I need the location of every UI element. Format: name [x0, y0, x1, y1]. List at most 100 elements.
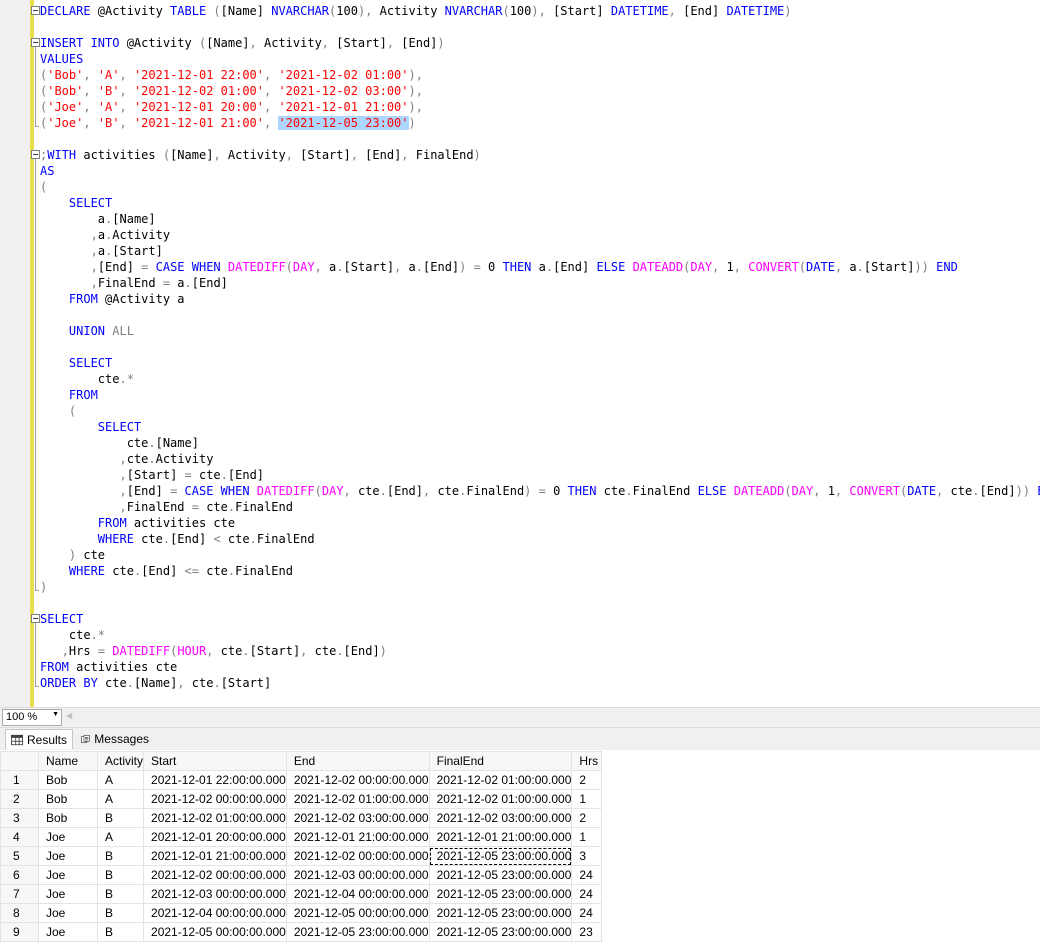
table-row[interactable]: 3 Bob B 2021-12-02 01:00:00.000 2021-12-02 0…: [0, 808, 603, 828]
table-cell[interactable]: Joe: [38, 884, 98, 904]
table-cell[interactable]: 2021-12-02 01:00:00.000: [428, 789, 573, 809]
table-cell[interactable]: 23: [571, 922, 603, 942]
table-cell[interactable]: 2021-12-03 00:00:00.000: [143, 884, 287, 904]
collapse-declare-icon[interactable]: [31, 6, 40, 15]
table-cell[interactable]: 2021-12-01 22:00:00.000: [143, 770, 287, 790]
code-line[interactable]: ,a.[Start]: [40, 243, 1040, 259]
code-line[interactable]: cte.[Name]: [40, 435, 1040, 451]
table-cell[interactable]: 2021-12-01 21:00:00.000: [143, 846, 287, 866]
code-line[interactable]: [40, 19, 1040, 35]
table-cell[interactable]: Joe: [38, 827, 98, 847]
code-line[interactable]: FROM: [40, 387, 1040, 403]
row-number[interactable]: 5: [0, 846, 39, 866]
corner-cell[interactable]: [0, 751, 39, 771]
table-cell[interactable]: 2021-12-01 21:00:00.000: [285, 827, 430, 847]
code-line[interactable]: ('Joe', 'A', '2021-12-01 20:00', '2021-1…: [40, 99, 1040, 115]
code-line[interactable]: FROM activities cte: [40, 659, 1040, 675]
code-line[interactable]: ,[End] = CASE WHEN DATEDIFF(DAY, a.[Star…: [40, 259, 1040, 275]
code-line[interactable]: ,[Start] = cte.[End]: [40, 467, 1040, 483]
code-line[interactable]: [40, 307, 1040, 323]
code-line[interactable]: SELECT: [40, 611, 1040, 627]
table-cell[interactable]: 24: [571, 903, 603, 923]
table-row[interactable]: 4 Joe A 2021-12-01 20:00:00.000 2021-12-01 2…: [0, 827, 603, 847]
table-cell[interactable]: A: [96, 789, 145, 809]
table-cell[interactable]: 2021-12-05 23:00:00.000: [285, 922, 430, 942]
table-cell[interactable]: 2021-12-01 21:00:00.000: [428, 827, 573, 847]
table-cell[interactable]: B: [96, 884, 145, 904]
code-line[interactable]: ;WITH activities ([Name], Activity, [Sta…: [40, 147, 1040, 163]
code-line[interactable]: ('Bob', 'A', '2021-12-01 22:00', '2021-1…: [40, 67, 1040, 83]
table-cell[interactable]: 2: [571, 770, 603, 790]
code-line[interactable]: a.[Name]: [40, 211, 1040, 227]
table-row[interactable]: 9 Joe B 2021-12-05 00:00:00.000 2021-12-05 2…: [0, 922, 603, 942]
sql-code[interactable]: DECLARE @Activity TABLE ([Name] NVARCHAR…: [40, 3, 1040, 691]
collapse-select-icon[interactable]: [31, 614, 40, 623]
table-cell[interactable]: B: [96, 865, 145, 885]
code-line[interactable]: ): [40, 579, 1040, 595]
column-header[interactable]: Start: [143, 751, 287, 771]
table-cell[interactable]: B: [96, 808, 145, 828]
table-cell[interactable]: 2021-12-02 01:00:00.000: [285, 789, 430, 809]
code-line[interactable]: [40, 339, 1040, 355]
code-line[interactable]: FROM activities cte: [40, 515, 1040, 531]
table-cell[interactable]: 2021-12-02 01:00:00.000: [143, 808, 287, 828]
table-cell[interactable]: 24: [571, 865, 603, 885]
code-line[interactable]: WHERE cte.[End] < cte.FinalEnd: [40, 531, 1040, 547]
code-line[interactable]: ,a.Activity: [40, 227, 1040, 243]
table-cell[interactable]: Bob: [38, 770, 98, 790]
table-cell[interactable]: 2021-12-04 00:00:00.000: [143, 903, 287, 923]
row-number[interactable]: 3: [0, 808, 39, 828]
table-cell[interactable]: B: [96, 922, 145, 942]
tab-messages[interactable]: Messages: [76, 729, 154, 749]
row-number[interactable]: 7: [0, 884, 39, 904]
code-line[interactable]: UNION ALL: [40, 323, 1040, 339]
code-line[interactable]: DECLARE @Activity TABLE ([Name] NVARCHAR…: [40, 3, 1040, 19]
code-line[interactable]: (: [40, 403, 1040, 419]
column-header[interactable]: Activity: [96, 751, 145, 771]
table-cell[interactable]: 2021-12-04 00:00:00.000: [285, 884, 430, 904]
code-line[interactable]: SELECT: [40, 419, 1040, 435]
table-cell[interactable]: 2: [571, 808, 603, 828]
row-number[interactable]: 6: [0, 865, 39, 885]
table-cell[interactable]: B: [96, 846, 145, 866]
table-cell[interactable]: 2021-12-05 23:00:00.000: [428, 846, 573, 866]
code-line[interactable]: (: [40, 179, 1040, 195]
table-cell[interactable]: 2021-12-02 03:00:00.000: [285, 808, 430, 828]
results-grid[interactable]: Name Activity Start End FinalEnd Hrs 1 Bo…: [0, 751, 1040, 946]
code-line[interactable]: [40, 131, 1040, 147]
table-cell[interactable]: 2021-12-05 23:00:00.000: [428, 884, 573, 904]
collapse-insert-icon[interactable]: [31, 38, 40, 47]
table-cell[interactable]: Joe: [38, 865, 98, 885]
table-cell[interactable]: 2021-12-05 23:00:00.000: [428, 903, 573, 923]
code-line[interactable]: ,FinalEnd = a.[End]: [40, 275, 1040, 291]
table-row[interactable]: 8 Joe B 2021-12-04 00:00:00.000 2021-12-05 0…: [0, 903, 603, 923]
code-line[interactable]: VALUES: [40, 51, 1040, 67]
code-line[interactable]: ,[End] = CASE WHEN DATEDIFF(DAY, cte.[En…: [40, 483, 1040, 499]
table-cell[interactable]: 24: [571, 884, 603, 904]
table-cell[interactable]: 2021-12-05 23:00:00.000: [428, 922, 573, 942]
code-line[interactable]: SELECT: [40, 355, 1040, 371]
code-line[interactable]: ) cte: [40, 547, 1040, 563]
code-line[interactable]: [40, 595, 1040, 611]
zoom-dropdown[interactable]: 100 % ▼: [2, 709, 62, 726]
collapse-with-icon[interactable]: [31, 150, 40, 159]
code-line[interactable]: FROM @Activity a: [40, 291, 1040, 307]
table-cell[interactable]: Bob: [38, 808, 98, 828]
table-row[interactable]: 6 Joe B 2021-12-02 00:00:00.000 2021-12-03 0…: [0, 865, 603, 885]
column-header[interactable]: End: [285, 751, 430, 771]
column-header[interactable]: Hrs: [571, 751, 603, 771]
table-cell[interactable]: B: [96, 903, 145, 923]
table-cell[interactable]: 3: [571, 846, 603, 866]
table-row[interactable]: 2 Bob A 2021-12-02 00:00:00.000 2021-12-02 0…: [0, 789, 603, 809]
code-line[interactable]: ,Hrs = DATEDIFF(HOUR, cte.[Start], cte.[…: [40, 643, 1040, 659]
column-header[interactable]: Name: [38, 751, 98, 771]
tab-results[interactable]: Results: [5, 729, 73, 749]
scroll-left-icon[interactable]: ◀: [66, 711, 72, 720]
table-cell[interactable]: 2021-12-02 01:00:00.000: [428, 770, 573, 790]
table-cell[interactable]: 2021-12-05 00:00:00.000: [285, 903, 430, 923]
table-cell[interactable]: 2021-12-02 00:00:00.000: [285, 846, 430, 866]
table-row[interactable]: 5 Joe B 2021-12-01 21:00:00.000 2021-12-02 0…: [0, 846, 603, 866]
table-cell[interactable]: 2021-12-02 00:00:00.000: [143, 789, 287, 809]
row-number[interactable]: 2: [0, 789, 39, 809]
code-line[interactable]: WHERE cte.[End] <= cte.FinalEnd: [40, 563, 1040, 579]
